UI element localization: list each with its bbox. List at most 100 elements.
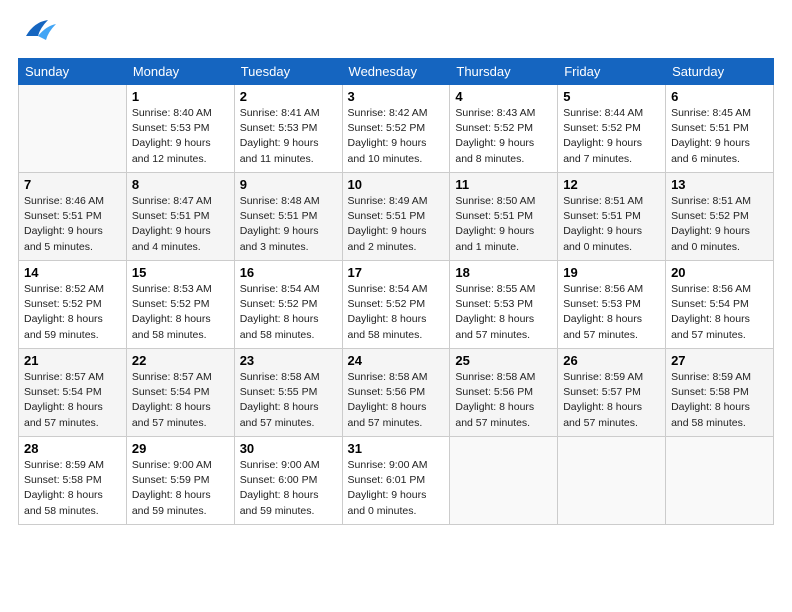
day-info: Sunrise: 8:56 AMSunset: 5:53 PMDaylight:…	[563, 282, 660, 343]
day-info: Sunrise: 8:59 AMSunset: 5:58 PMDaylight:…	[671, 370, 768, 431]
day-of-week-header: Monday	[126, 59, 234, 85]
day-info: Sunrise: 8:44 AMSunset: 5:52 PMDaylight:…	[563, 106, 660, 167]
day-info: Sunrise: 8:54 AMSunset: 5:52 PMDaylight:…	[348, 282, 445, 343]
day-info: Sunrise: 8:52 AMSunset: 5:52 PMDaylight:…	[24, 282, 121, 343]
calendar-week-row: 7 Sunrise: 8:46 AMSunset: 5:51 PMDaylight…	[19, 173, 774, 261]
day-number: 20	[671, 265, 768, 280]
day-info: Sunrise: 8:58 AMSunset: 5:56 PMDaylight:…	[455, 370, 552, 431]
day-info: Sunrise: 9:00 AMSunset: 6:01 PMDaylight:…	[348, 458, 445, 519]
day-number: 27	[671, 353, 768, 368]
day-number: 14	[24, 265, 121, 280]
day-number: 22	[132, 353, 229, 368]
day-number: 17	[348, 265, 445, 280]
day-info: Sunrise: 9:00 AMSunset: 5:59 PMDaylight:…	[132, 458, 229, 519]
calendar-week-row: 14 Sunrise: 8:52 AMSunset: 5:52 PMDayligh…	[19, 261, 774, 349]
calendar-day-cell: 11 Sunrise: 8:50 AMSunset: 5:51 PMDayligh…	[450, 173, 558, 261]
calendar-day-cell: 31 Sunrise: 9:00 AMSunset: 6:01 PMDayligh…	[342, 437, 450, 525]
day-number: 10	[348, 177, 445, 192]
day-info: Sunrise: 8:50 AMSunset: 5:51 PMDaylight:…	[455, 194, 552, 255]
day-of-week-header: Tuesday	[234, 59, 342, 85]
day-info: Sunrise: 9:00 AMSunset: 6:00 PMDaylight:…	[240, 458, 337, 519]
day-number: 11	[455, 177, 552, 192]
header	[18, 18, 774, 48]
day-number: 15	[132, 265, 229, 280]
calendar-day-cell: 23 Sunrise: 8:58 AMSunset: 5:55 PMDayligh…	[234, 349, 342, 437]
day-info: Sunrise: 8:48 AMSunset: 5:51 PMDaylight:…	[240, 194, 337, 255]
day-info: Sunrise: 8:57 AMSunset: 5:54 PMDaylight:…	[132, 370, 229, 431]
day-number: 30	[240, 441, 337, 456]
calendar-day-cell: 13 Sunrise: 8:51 AMSunset: 5:52 PMDayligh…	[666, 173, 774, 261]
day-of-week-header: Saturday	[666, 59, 774, 85]
calendar-day-cell: 27 Sunrise: 8:59 AMSunset: 5:58 PMDayligh…	[666, 349, 774, 437]
day-number: 16	[240, 265, 337, 280]
day-number: 13	[671, 177, 768, 192]
day-info: Sunrise: 8:59 AMSunset: 5:58 PMDaylight:…	[24, 458, 121, 519]
calendar-week-row: 1 Sunrise: 8:40 AMSunset: 5:53 PMDaylight…	[19, 85, 774, 173]
day-info: Sunrise: 8:51 AMSunset: 5:52 PMDaylight:…	[671, 194, 768, 255]
calendar-day-cell: 22 Sunrise: 8:57 AMSunset: 5:54 PMDayligh…	[126, 349, 234, 437]
day-info: Sunrise: 8:56 AMSunset: 5:54 PMDaylight:…	[671, 282, 768, 343]
calendar-day-cell	[666, 437, 774, 525]
day-number: 2	[240, 89, 337, 104]
calendar-day-cell: 6Sunrise: 8:45 AMSunset: 5:51 PMDaylight…	[666, 85, 774, 173]
day-number: 19	[563, 265, 660, 280]
calendar-day-cell: 29 Sunrise: 9:00 AMSunset: 5:59 PMDayligh…	[126, 437, 234, 525]
calendar-day-cell: 25Sunrise: 8:58 AMSunset: 5:56 PMDayligh…	[450, 349, 558, 437]
day-of-week-header: Thursday	[450, 59, 558, 85]
calendar-day-cell	[450, 437, 558, 525]
day-info: Sunrise: 8:46 AMSunset: 5:51 PMDaylight:…	[24, 194, 121, 255]
calendar-day-cell: 12 Sunrise: 8:51 AMSunset: 5:51 PMDayligh…	[558, 173, 666, 261]
day-of-week-header: Friday	[558, 59, 666, 85]
day-number: 23	[240, 353, 337, 368]
day-number: 12	[563, 177, 660, 192]
calendar-week-row: 28 Sunrise: 8:59 AMSunset: 5:58 PMDayligh…	[19, 437, 774, 525]
calendar-body: 1 Sunrise: 8:40 AMSunset: 5:53 PMDaylight…	[19, 85, 774, 525]
calendar-day-cell	[558, 437, 666, 525]
day-number: 7	[24, 177, 121, 192]
day-info: Sunrise: 8:43 AMSunset: 5:52 PMDaylight:…	[455, 106, 552, 167]
day-number: 26	[563, 353, 660, 368]
day-number: 1	[132, 89, 229, 104]
day-info: Sunrise: 8:55 AMSunset: 5:53 PMDaylight:…	[455, 282, 552, 343]
calendar-day-cell	[19, 85, 127, 173]
day-number: 18	[455, 265, 552, 280]
day-of-week-header: Sunday	[19, 59, 127, 85]
day-info: Sunrise: 8:51 AMSunset: 5:51 PMDaylight:…	[563, 194, 660, 255]
day-number: 24	[348, 353, 445, 368]
day-number: 4	[455, 89, 552, 104]
logo	[18, 18, 58, 48]
day-info: Sunrise: 8:54 AMSunset: 5:52 PMDaylight:…	[240, 282, 337, 343]
calendar-day-cell: 15 Sunrise: 8:53 AMSunset: 5:52 PMDayligh…	[126, 261, 234, 349]
day-number: 8	[132, 177, 229, 192]
logo-bird-icon	[18, 18, 56, 48]
day-number: 28	[24, 441, 121, 456]
calendar-day-cell: 26Sunrise: 8:59 AMSunset: 5:57 PMDayligh…	[558, 349, 666, 437]
calendar-day-cell: 18 Sunrise: 8:55 AMSunset: 5:53 PMDayligh…	[450, 261, 558, 349]
calendar-day-cell: 14 Sunrise: 8:52 AMSunset: 5:52 PMDayligh…	[19, 261, 127, 349]
calendar-day-cell: 9Sunrise: 8:48 AMSunset: 5:51 PMDaylight…	[234, 173, 342, 261]
calendar-day-cell: 24Sunrise: 8:58 AMSunset: 5:56 PMDayligh…	[342, 349, 450, 437]
calendar-day-cell: 30 Sunrise: 9:00 AMSunset: 6:00 PMDayligh…	[234, 437, 342, 525]
day-info: Sunrise: 8:53 AMSunset: 5:52 PMDaylight:…	[132, 282, 229, 343]
day-number: 29	[132, 441, 229, 456]
day-info: Sunrise: 8:49 AMSunset: 5:51 PMDaylight:…	[348, 194, 445, 255]
day-info: Sunrise: 8:41 AMSunset: 5:53 PMDaylight:…	[240, 106, 337, 167]
calendar-day-cell: 17 Sunrise: 8:54 AMSunset: 5:52 PMDayligh…	[342, 261, 450, 349]
day-of-week-header: Wednesday	[342, 59, 450, 85]
calendar-day-cell: 8Sunrise: 8:47 AMSunset: 5:51 PMDaylight…	[126, 173, 234, 261]
calendar-day-cell: 10 Sunrise: 8:49 AMSunset: 5:51 PMDayligh…	[342, 173, 450, 261]
calendar-day-cell: 16 Sunrise: 8:54 AMSunset: 5:52 PMDayligh…	[234, 261, 342, 349]
calendar-day-cell: 4 Sunrise: 8:43 AMSunset: 5:52 PMDaylight…	[450, 85, 558, 173]
days-of-week-header: SundayMondayTuesdayWednesdayThursdayFrid…	[19, 59, 774, 85]
calendar-day-cell: 20 Sunrise: 8:56 AMSunset: 5:54 PMDayligh…	[666, 261, 774, 349]
day-number: 31	[348, 441, 445, 456]
calendar-day-cell: 3Sunrise: 8:42 AMSunset: 5:52 PMDaylight…	[342, 85, 450, 173]
calendar-table: SundayMondayTuesdayWednesdayThursdayFrid…	[18, 58, 774, 525]
calendar-day-cell: 2 Sunrise: 8:41 AMSunset: 5:53 PMDaylight…	[234, 85, 342, 173]
day-number: 6	[671, 89, 768, 104]
calendar-week-row: 21Sunrise: 8:57 AMSunset: 5:54 PMDayligh…	[19, 349, 774, 437]
day-info: Sunrise: 8:40 AMSunset: 5:53 PMDaylight:…	[132, 106, 229, 167]
calendar-day-cell: 5Sunrise: 8:44 AMSunset: 5:52 PMDaylight…	[558, 85, 666, 173]
calendar-day-cell: 19 Sunrise: 8:56 AMSunset: 5:53 PMDayligh…	[558, 261, 666, 349]
day-info: Sunrise: 8:58 AMSunset: 5:55 PMDaylight:…	[240, 370, 337, 431]
